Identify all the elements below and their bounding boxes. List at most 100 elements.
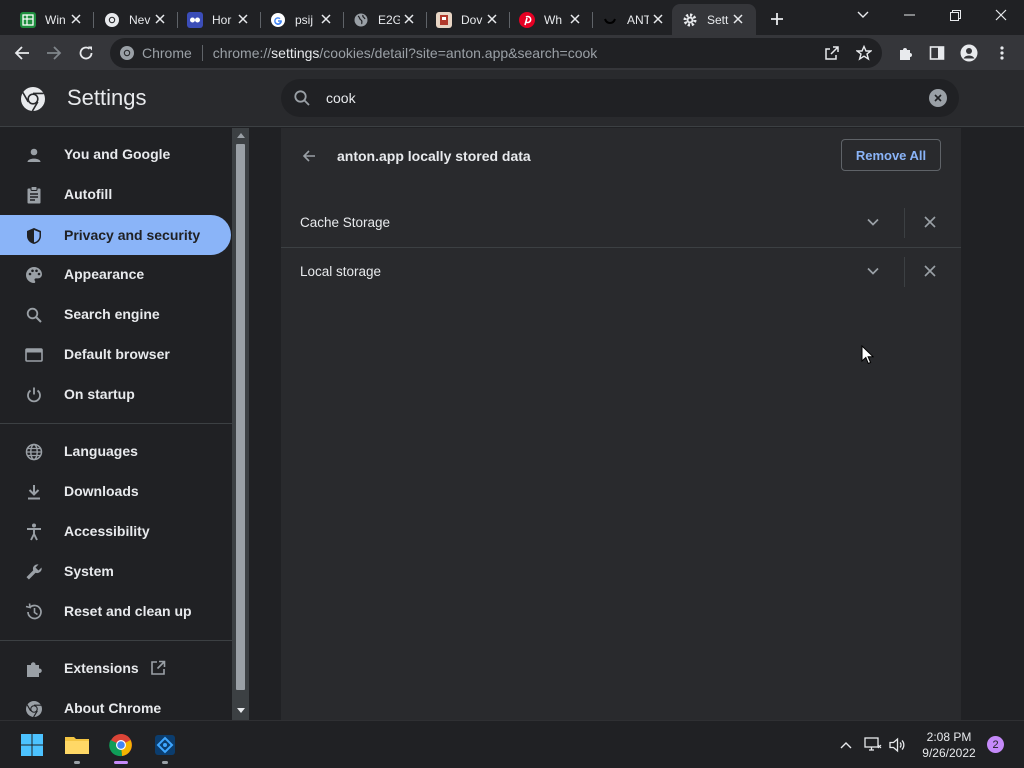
row-separator	[904, 208, 905, 238]
settings-sidebar: You and Google Autofill Privacy and secu…	[0, 128, 232, 720]
close-window-button[interactable]	[978, 0, 1024, 30]
tab-5[interactable]: E2G	[343, 4, 427, 35]
start-button[interactable]	[16, 729, 48, 761]
sidebar-item-extensions[interactable]: Extensions	[0, 648, 231, 688]
tab-4[interactable]: psij	[260, 4, 344, 35]
chrome-taskbar-button[interactable]	[105, 729, 137, 764]
settings-header: Settings	[0, 70, 1024, 127]
clear-search-icon[interactable]	[929, 89, 947, 107]
active-indicator	[114, 761, 128, 764]
scrollbar-thumb[interactable]	[236, 144, 245, 690]
close-icon[interactable]	[318, 11, 334, 27]
side-panel-button[interactable]	[923, 39, 951, 67]
browser-toolbar: Chrome chrome://settings/cookies/detail?…	[0, 35, 1024, 70]
address-bar[interactable]: Chrome chrome://settings/cookies/detail?…	[110, 38, 882, 68]
back-arrow-icon[interactable]	[298, 145, 320, 167]
sidebar-item-downloads[interactable]: Downloads	[0, 471, 231, 511]
sidebar-item-reset-and-clean-up[interactable]: Reset and clean up	[0, 591, 231, 631]
volume-icon[interactable]	[887, 735, 909, 755]
chevron-down-icon[interactable]	[863, 212, 883, 232]
close-icon[interactable]	[401, 11, 417, 27]
tab-3[interactable]: Hor	[177, 4, 261, 35]
storage-row-local-storage[interactable]: Local storage	[281, 247, 961, 296]
close-icon[interactable]	[567, 11, 583, 27]
scroll-up-arrow-icon[interactable]	[236, 131, 245, 140]
person-icon	[24, 145, 44, 165]
close-icon[interactable]	[68, 11, 84, 27]
gear-icon	[682, 12, 698, 28]
tab-title: Hor	[212, 12, 232, 27]
new-tab-button[interactable]	[765, 7, 789, 31]
file-explorer-button[interactable]	[61, 729, 93, 764]
tab-6[interactable]: Dov	[426, 4, 510, 35]
minimize-button[interactable]	[886, 0, 932, 30]
search-input[interactable]	[326, 88, 886, 108]
chevron-down-icon[interactable]	[863, 261, 883, 281]
tab-title: Dov	[461, 12, 483, 27]
search-icon	[293, 89, 311, 112]
sidebar-item-default-browser[interactable]: Default browser	[0, 334, 231, 374]
sidebar-item-system[interactable]: System	[0, 551, 231, 591]
download-icon	[24, 482, 44, 502]
bookmark-star-icon[interactable]	[855, 44, 873, 66]
tab-7[interactable]: Wh	[509, 4, 593, 35]
storage-row-label: Local storage	[300, 264, 382, 279]
sidebar-item-accessibility[interactable]: Accessibility	[0, 511, 231, 551]
taskbar-clock[interactable]: 2:08 PM 9/26/2022	[914, 729, 984, 761]
close-icon[interactable]	[650, 11, 666, 27]
sidebar-item-appearance[interactable]: Appearance	[0, 254, 231, 294]
shield-icon	[24, 226, 44, 246]
sidebar-item-languages[interactable]: Languages	[0, 431, 231, 471]
tab-title: Setti	[707, 12, 729, 27]
sheets-icon	[20, 11, 36, 28]
menu-button[interactable]	[988, 39, 1016, 67]
back-button[interactable]	[8, 39, 36, 67]
close-icon[interactable]	[920, 212, 940, 232]
scroll-down-arrow-icon[interactable]	[236, 706, 245, 715]
settings-search[interactable]	[281, 79, 959, 117]
profile-button[interactable]	[955, 39, 983, 67]
clock-date: 9/26/2022	[922, 746, 976, 760]
close-icon[interactable]	[730, 11, 746, 27]
external-link-icon	[150, 660, 166, 681]
remove-all-button[interactable]: Remove All	[841, 139, 941, 171]
notification-badge[interactable]: 2	[987, 736, 1004, 753]
tab-8[interactable]: ANT	[592, 4, 676, 35]
chrome-icon	[24, 699, 44, 719]
share-icon[interactable]	[824, 45, 840, 66]
close-icon[interactable]	[152, 11, 168, 27]
site-icon	[187, 11, 203, 28]
tab-1[interactable]: Win	[10, 4, 94, 35]
tab-2[interactable]: Nev	[94, 4, 178, 35]
storage-row-label: Cache Storage	[300, 215, 391, 230]
chrome-icon	[119, 45, 135, 66]
forward-button[interactable]	[40, 39, 68, 67]
restore-button[interactable]	[932, 0, 978, 30]
close-icon[interactable]	[920, 261, 940, 281]
sidebar-scrollbar[interactable]	[232, 128, 249, 720]
taskbar: 2:08 PM 9/26/2022	[0, 720, 1024, 768]
site-icon	[436, 11, 452, 28]
reload-button[interactable]	[72, 39, 100, 67]
tab-strip: Win Nev Hor psij E2G Dov Wh ANT Setti	[0, 0, 1024, 35]
tab-title: Win	[45, 12, 66, 27]
sidebar-item-on-startup[interactable]: On startup	[0, 374, 231, 414]
close-icon[interactable]	[235, 11, 251, 27]
clipboard-icon	[24, 185, 44, 205]
sidebar-item-search-engine[interactable]: Search engine	[0, 294, 231, 334]
running-indicator	[74, 761, 80, 764]
extensions-button[interactable]	[892, 39, 920, 67]
network-icon[interactable]	[862, 735, 884, 755]
close-icon[interactable]	[484, 11, 500, 27]
tab-settings[interactable]: Setti	[672, 4, 756, 35]
sidebar-item-privacy-and-security[interactable]: Privacy and security	[0, 215, 231, 255]
running-indicator	[162, 761, 168, 764]
tray-overflow-chevron-icon[interactable]	[835, 735, 857, 755]
app-taskbar-button[interactable]	[149, 729, 181, 764]
sidebar-item-you-and-google[interactable]: You and Google	[0, 134, 231, 174]
omnibox-separator	[201, 45, 203, 61]
tab-title: E2G	[378, 12, 400, 27]
sidebar-item-autofill[interactable]: Autofill	[0, 174, 231, 214]
tab-search-button[interactable]	[840, 0, 886, 30]
storage-row-cache-storage[interactable]: Cache Storage	[281, 198, 961, 247]
